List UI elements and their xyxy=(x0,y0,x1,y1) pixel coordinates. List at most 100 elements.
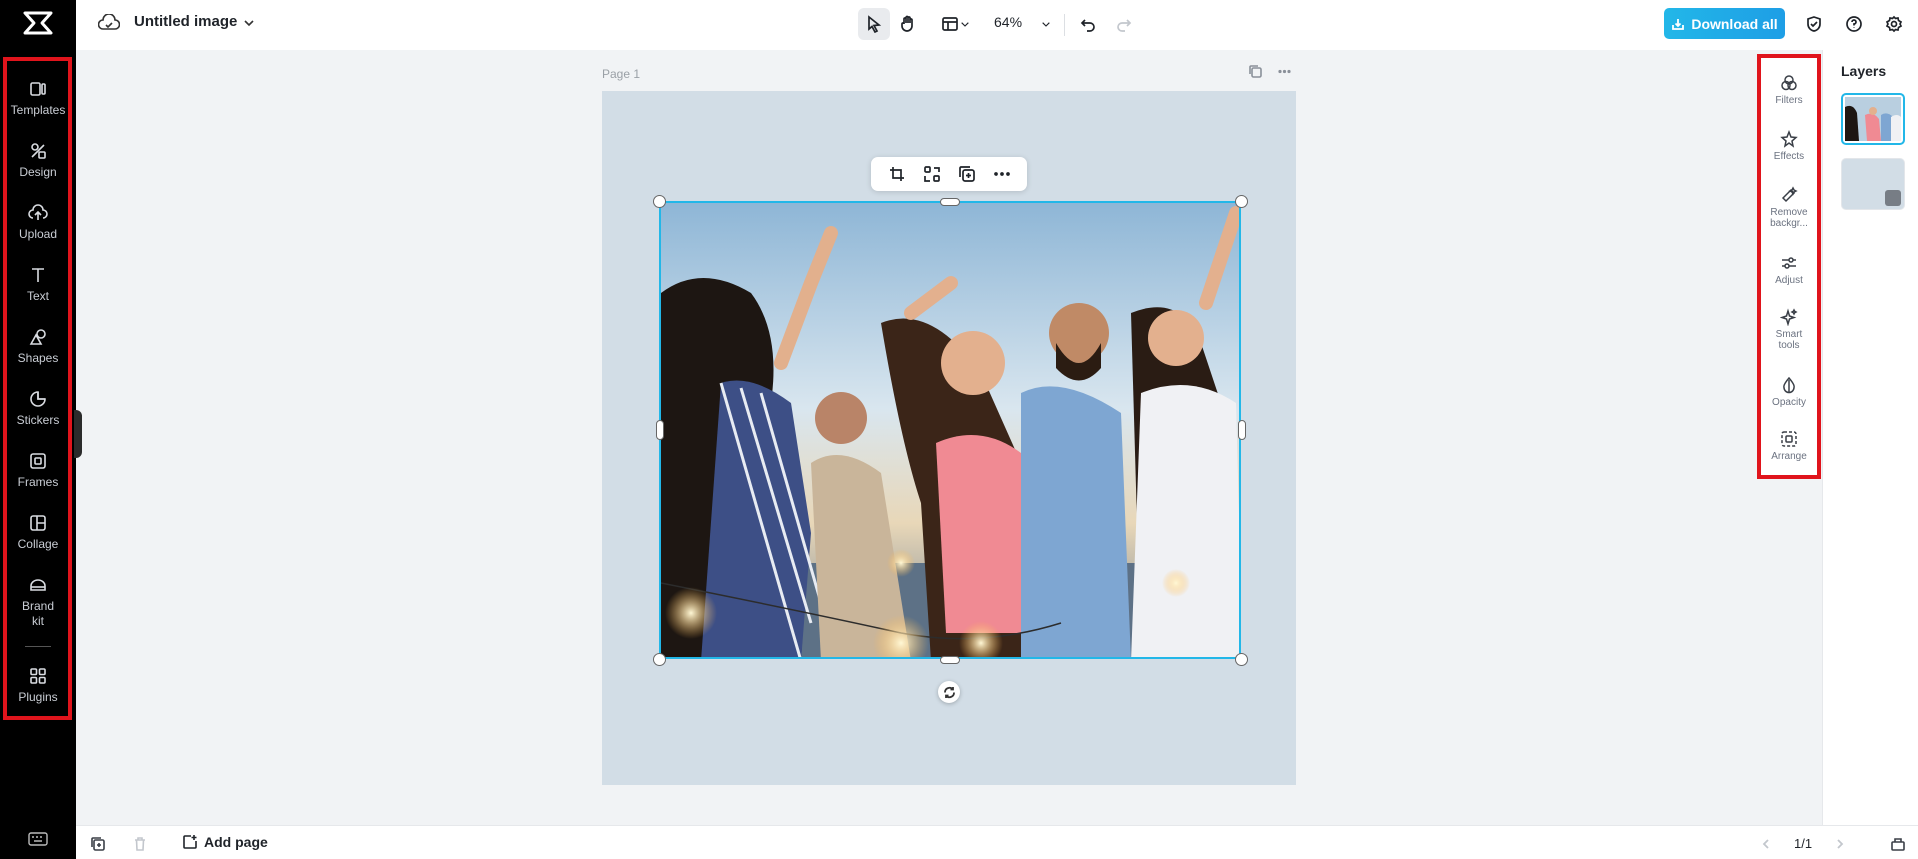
tool-smart-tools[interactable]: Smart tools xyxy=(1761,308,1817,351)
text-icon xyxy=(32,268,44,282)
tool-filters[interactable]: Filters xyxy=(1761,74,1817,106)
arrange-icon xyxy=(1781,431,1797,447)
image-floating-toolbar xyxy=(871,157,1027,191)
capcut-logo[interactable] xyxy=(22,10,54,36)
page-actions xyxy=(1248,64,1292,79)
sidebar-item-upload[interactable]: Upload xyxy=(0,203,76,242)
resize-handle-right[interactable] xyxy=(1238,420,1246,440)
resize-handle-bottom-right[interactable] xyxy=(1235,653,1248,666)
smart-select-icon[interactable] xyxy=(923,165,941,183)
delete-page-icon[interactable] xyxy=(132,836,148,852)
sidebar-item-label: Text xyxy=(26,289,49,303)
sidebar-divider xyxy=(25,646,51,647)
bottom-bar: Add page 1/1 xyxy=(76,825,1918,859)
redo-button[interactable] xyxy=(1108,8,1140,40)
toolbar-divider xyxy=(1064,14,1065,36)
crop-icon[interactable] xyxy=(888,165,906,183)
duplicate-icon[interactable] xyxy=(958,165,976,183)
duplicate-page-icon[interactable] xyxy=(90,836,106,852)
select-tool-button[interactable] xyxy=(858,8,890,40)
layout-dropdown-button[interactable] xyxy=(934,8,978,40)
chevron-left-icon[interactable] xyxy=(1760,838,1772,850)
stickers-icon xyxy=(30,391,46,407)
layer-photo[interactable] xyxy=(1841,93,1905,145)
sidebar-item-stickers[interactable]: Stickers xyxy=(0,389,76,428)
undo-button[interactable] xyxy=(1072,8,1104,40)
zoom-dropdown-button[interactable] xyxy=(1034,8,1058,40)
hand-tool-button[interactable] xyxy=(892,8,924,40)
pages-panel-icon[interactable] xyxy=(1890,836,1906,852)
resize-handle-top-right[interactable] xyxy=(1235,195,1248,208)
help-icon xyxy=(1846,16,1862,32)
tool-label: Remove xyxy=(1770,207,1808,218)
tool-adjust[interactable]: Adjust xyxy=(1761,254,1817,286)
layers-title: Layers xyxy=(1841,63,1887,79)
sidebar-item-templates[interactable]: Templates xyxy=(0,79,76,118)
tool-label: Adjust xyxy=(1775,275,1803,286)
top-bar: Untitled image 64% Download all xyxy=(76,0,1918,50)
shield-button[interactable] xyxy=(1798,8,1830,40)
resize-handle-bottom[interactable] xyxy=(940,656,960,664)
sidebar-item-brand-kit[interactable]: Brand kit xyxy=(0,575,76,629)
upload-icon xyxy=(28,204,48,220)
tool-label: Arrange xyxy=(1771,451,1807,462)
resize-handle-bottom-left[interactable] xyxy=(653,653,666,666)
rotate-icon xyxy=(943,686,955,698)
download-icon xyxy=(1672,18,1685,30)
templates-icon xyxy=(30,82,46,96)
sidebar-collapse-handle[interactable] xyxy=(74,410,82,458)
tool-label: Smart xyxy=(1775,329,1803,340)
add-page-label: Add page xyxy=(204,834,268,850)
document-title[interactable]: Untitled image xyxy=(134,13,237,30)
tool-label: Effects xyxy=(1773,151,1805,162)
add-page-button[interactable]: Add page xyxy=(182,834,268,850)
tool-label: Filters xyxy=(1775,95,1803,106)
add-page-icon xyxy=(183,835,197,849)
shield-check-icon xyxy=(1807,16,1821,32)
chevron-down-icon[interactable] xyxy=(242,16,256,30)
cloud-sync-icon[interactable] xyxy=(98,14,120,32)
shapes-icon xyxy=(29,329,46,345)
sidebar-item-plugins[interactable]: Plugins xyxy=(0,666,76,705)
sidebar-item-label: Templates xyxy=(10,103,66,117)
more-icon[interactable] xyxy=(1277,64,1292,79)
tool-arrange[interactable]: Arrange xyxy=(1761,430,1817,462)
resize-handle-top[interactable] xyxy=(940,198,960,206)
sliders-icon xyxy=(1782,257,1796,269)
sidebar-item-text[interactable]: Text xyxy=(0,265,76,304)
keyboard-icon[interactable] xyxy=(28,832,48,846)
collage-icon xyxy=(30,515,46,531)
sidebar-item-label: Brand xyxy=(21,599,55,613)
sidebar-item-frames[interactable]: Frames xyxy=(0,451,76,490)
tool-effects[interactable]: Effects xyxy=(1761,130,1817,162)
duplicate-page-icon[interactable] xyxy=(1248,64,1263,79)
download-all-label: Download all xyxy=(1691,15,1778,32)
left-sidebar: Templates Design Upload Text Shapes Stic… xyxy=(0,0,76,859)
sidebar-item-label: kit xyxy=(32,614,44,628)
sparkle-icon xyxy=(1780,308,1798,326)
zoom-level[interactable]: 64% xyxy=(994,14,1022,30)
resize-handle-left[interactable] xyxy=(656,420,664,440)
chevron-right-icon[interactable] xyxy=(1834,838,1846,850)
sidebar-item-label: Collage xyxy=(17,537,59,551)
sidebar-item-shapes[interactable]: Shapes xyxy=(0,327,76,366)
tool-remove-background[interactable]: Remove backgr... xyxy=(1761,186,1817,229)
sidebar-item-label: Upload xyxy=(18,227,58,241)
tool-opacity[interactable]: Opacity xyxy=(1761,376,1817,408)
undo-icon xyxy=(1080,19,1095,32)
chevron-down-icon xyxy=(961,22,969,27)
resize-handle-top-left[interactable] xyxy=(653,195,666,208)
settings-button[interactable] xyxy=(1878,8,1910,40)
sidebar-item-design[interactable]: Design xyxy=(0,141,76,180)
selected-photo[interactable] xyxy=(659,201,1241,659)
sidebar-item-collage[interactable]: Collage xyxy=(0,513,76,552)
layer-background[interactable] xyxy=(1841,158,1905,210)
download-all-button[interactable]: Download all xyxy=(1664,8,1785,39)
sidebar-item-label: Shapes xyxy=(17,351,59,365)
sidebar-item-label: Plugins xyxy=(18,690,58,704)
brand-kit-icon xyxy=(30,579,46,591)
rotate-handle[interactable] xyxy=(938,681,960,703)
page-label: Page 1 xyxy=(602,67,641,81)
more-icon[interactable] xyxy=(993,165,1011,183)
help-button[interactable] xyxy=(1838,8,1870,40)
